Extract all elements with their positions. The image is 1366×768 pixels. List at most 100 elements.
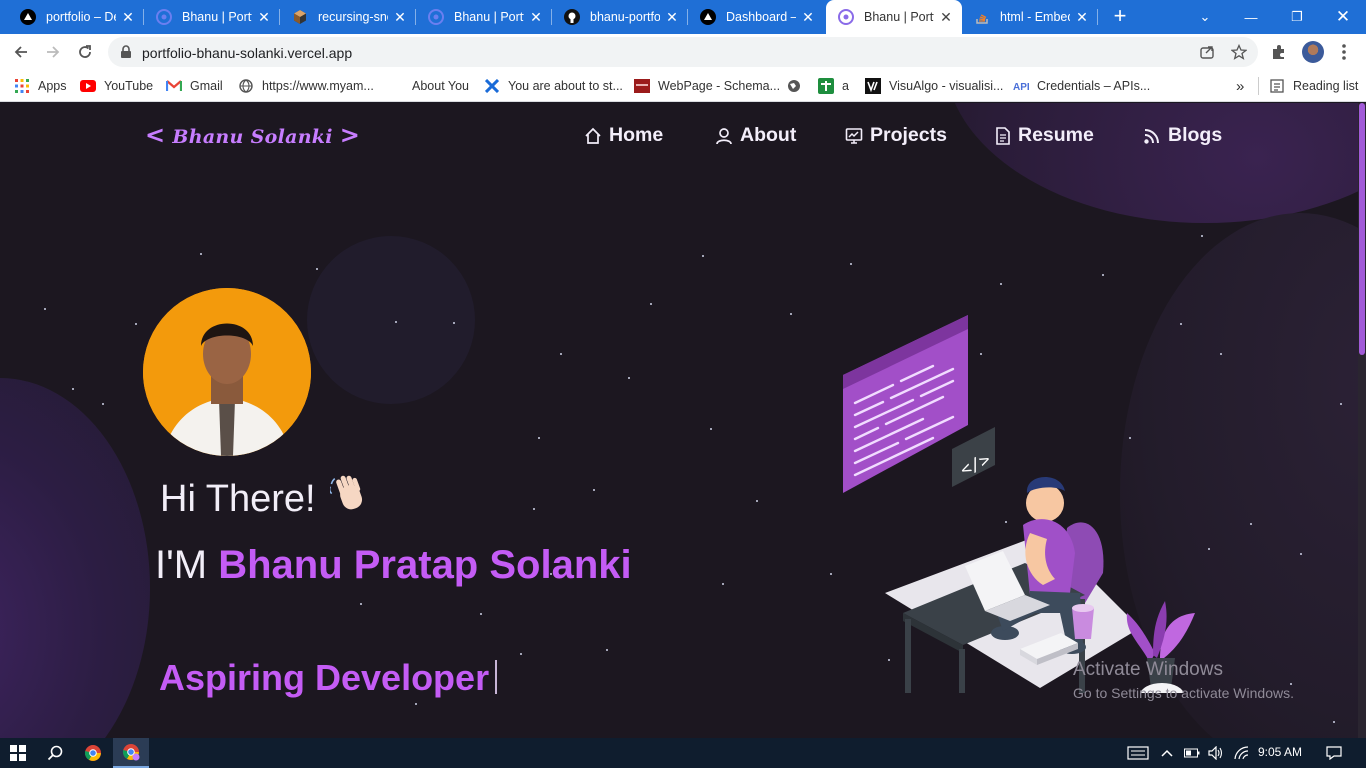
greeting-heading: Hi There! [160,473,372,525]
reload-button[interactable] [72,40,98,64]
taskbar-search-button[interactable] [40,738,70,768]
bookmark-a[interactable]: a [818,76,849,96]
taskbar-clock[interactable]: 9:05 AM [1258,745,1302,759]
nav-label: About [740,124,797,146]
x-logo-icon [484,78,500,94]
close-tab-icon[interactable]: ✕ [392,9,408,26]
menu-kebab-icon[interactable] [1335,43,1353,61]
activation-subtitle: Go to Settings to activate Windows. [1073,685,1294,701]
bookmark-schema[interactable]: WebPage - Schema... [634,76,780,96]
profile-portrait-image [143,288,311,456]
tab-bhanu-portfolio-1[interactable]: Bhanu | Portfolio ✕ [144,0,280,34]
minimize-button[interactable]: — [1228,0,1274,34]
tab-bhanu-portfolio-active[interactable]: Bhanu | Portfolio ✕ [826,0,962,34]
bookmark-star-icon[interactable] [1230,43,1248,61]
taskbar-chrome[interactable] [78,738,108,768]
bookmark-label: a [842,79,849,93]
bookmark-globe[interactable] [786,76,810,96]
bookmark-label: Credentials – APIs... [1037,79,1151,93]
close-tab-icon[interactable]: ✕ [1074,9,1090,26]
bookmarks-overflow-button[interactable]: » [1236,76,1244,96]
blank-icon [388,78,404,94]
tab-search-icon[interactable]: ⌄ [1182,0,1228,34]
reading-list-button[interactable]: Reading list [1258,76,1358,96]
bookmark-apps[interactable]: Apps [14,76,67,96]
tab-title: Dashboard – Vercel [726,10,796,24]
new-tab-button[interactable]: + [1108,5,1132,29]
star-dot [415,703,417,705]
user-icon [716,127,732,144]
bookmark-label: About You [412,79,470,93]
profile-avatar[interactable] [1302,41,1324,63]
background-blob [307,236,475,404]
windows-taskbar: 9:05 AM [0,738,1366,768]
star-dot [533,508,535,510]
close-tab-icon[interactable]: ✕ [800,9,816,26]
bookmark-myam[interactable]: https://www.myam... [238,76,374,96]
intro-prefix: I'M [155,543,208,587]
address-bar[interactable]: portfolio-bhanu-solanki.vercel.app [108,37,1258,67]
star-dot [722,583,724,585]
nav-home[interactable]: Home [584,124,663,147]
volume-icon[interactable] [1205,738,1227,768]
close-tab-icon[interactable]: ✕ [528,9,544,26]
restore-button[interactable]: ❐ [1274,0,1320,34]
page-scrollbar[interactable] [1358,103,1366,738]
full-name: Bhanu Pratap Solanki [218,543,632,587]
browser-toolbar: portfolio-bhanu-solanki.vercel.app [0,34,1366,70]
close-tab-icon[interactable]: ✕ [938,9,954,26]
share-icon[interactable] [1198,43,1216,61]
star-dot [593,489,595,491]
close-window-button[interactable]: ✕ [1320,0,1366,34]
bookmark-you-are-about[interactable]: You are about to st... [484,76,623,96]
netlify-cube-icon [292,9,308,25]
plus-green-icon [818,78,834,94]
tray-expand-icon[interactable] [1156,738,1178,768]
close-tab-icon[interactable]: ✕ [664,9,680,26]
taskbar-chrome-profile[interactable] [113,738,149,768]
site-logo[interactable]: < Bhanu Solanki > [145,121,360,149]
nav-resume[interactable]: Resume [995,124,1094,147]
tab-github-bhanu-portfolio[interactable]: bhanu-portfolio ✕ [552,0,688,34]
schema-icon [634,78,650,94]
close-tab-icon[interactable]: ✕ [120,9,136,26]
notifications-icon[interactable] [1320,738,1348,768]
bookmark-credentials[interactable]: API Credentials – APIs... [1013,76,1150,96]
bookmark-youtube[interactable]: YouTube [80,76,153,96]
star-dot [1300,553,1302,555]
nav-about[interactable]: About [715,124,796,147]
forward-button[interactable] [40,40,66,64]
star-dot [360,603,362,605]
close-tab-icon[interactable]: ✕ [256,9,272,26]
tab-title: Bhanu | Portfolio [182,10,252,24]
star-dot [790,313,792,315]
back-button[interactable] [8,40,34,64]
tab-bhanu-portfolio-2[interactable]: Bhanu | Portfolio ✕ [416,0,552,34]
bookmark-visualgo[interactable]: VisuAlgo - visualisi... [865,76,1003,96]
scrollbar-thumb[interactable] [1359,103,1365,355]
bookmark-label: Apps [38,79,67,93]
bookmark-gmail[interactable]: Gmail [166,76,223,96]
visualgo-icon [865,78,881,94]
nav-blogs[interactable]: Blogs [1143,124,1222,147]
portfolio-page: < Bhanu Solanki > Home About Projects Re… [0,103,1366,738]
tab-recursing-snoyd[interactable]: recursing-snoyd ✕ [280,0,416,34]
tab-vercel-dashboard[interactable]: Dashboard – Vercel ✕ [688,0,824,34]
battery-icon[interactable] [1182,738,1202,768]
api-icon: API [1013,78,1029,94]
home-icon [585,127,601,144]
url-text[interactable]: portfolio-bhanu-solanki.vercel.app [142,45,352,61]
extensions-puzzle-icon[interactable] [1270,43,1288,61]
tab-html-embed[interactable]: html - Embed ✕ [962,0,1098,34]
tab-title: portfolio – Deployment Overview [46,10,116,24]
nav-projects[interactable]: Projects [845,124,947,147]
start-button[interactable] [4,738,32,768]
tray-input-icon[interactable] [1124,738,1152,768]
document-icon [996,126,1010,145]
bookmark-about-you[interactable]: About You [388,76,469,96]
bookmark-label: https://www.myam... [262,79,374,93]
wifi-icon[interactable] [1230,738,1252,768]
tab-portfolio-deployment[interactable]: portfolio – Deployment Overview ✕ [8,0,144,34]
portfolio-logo-icon [428,9,444,25]
bookmark-label: VisuAlgo - visualisi... [889,79,1004,93]
